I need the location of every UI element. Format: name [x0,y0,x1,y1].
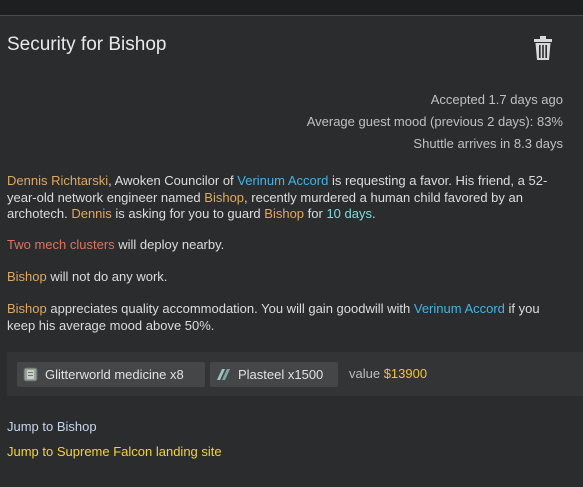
faction-name[interactable]: Verinum Accord [414,301,505,316]
glitterworld-medicine-icon [23,367,38,382]
jump-to-landing-site-link[interactable]: Jump to Supreme Falcon landing site [7,444,222,459]
work-text: will not do any work. [46,269,168,284]
accepted-time: Accepted 1.7 days ago [430,92,563,107]
guest-name[interactable]: Bishop [204,190,244,205]
goodwill-line: Bishop appreciates quality accommodation… [7,301,567,334]
value-amount: $13900 [383,366,428,381]
reward-item-plasteel[interactable]: Plasteel x1500 [210,362,338,387]
guest-name[interactable]: Bishop [264,206,304,221]
top-bar [0,0,583,16]
work-line: Bishop will not do any work. [7,269,567,286]
threat-name: Two mech clusters [7,237,115,252]
goodwill-text: appreciates quality accommodation. You w… [46,301,414,316]
quest-duration: 10 days [326,206,372,221]
requester-name[interactable]: Dennis Richtarski [7,173,108,188]
rewards-box: Glitterworld medicine x8 Plasteel x1500 … [7,352,583,396]
guest-name[interactable]: Bishop [7,269,47,284]
quest-title: Security for Bishop [7,34,167,55]
threat-line: Two mech clusters will deploy nearby. [7,237,567,254]
faction-name[interactable]: Verinum Accord [237,173,328,188]
description-text: is asking for you to guard [111,206,265,221]
description-text: for [304,206,327,221]
reward-label: Glitterworld medicine x8 [45,367,184,382]
plasteel-icon [217,369,230,380]
shuttle-eta: Shuttle arrives in 8.3 days [413,136,563,151]
reward-value: value $13900 [349,366,427,381]
quest-description: Dennis Richtarski, Awoken Councilor of V… [7,173,567,223]
jump-to-guest-link[interactable]: Jump to Bishop [7,419,97,434]
trash-icon [534,36,552,60]
guest-mood: Average guest mood (previous 2 days): 83… [306,114,563,129]
threat-text: will deploy nearby. [114,237,225,252]
reward-item-glitterworld-medicine[interactable]: Glitterworld medicine x8 [17,362,205,387]
guest-name[interactable]: Bishop [7,301,47,316]
description-text: . [371,206,376,221]
value-label: value [349,366,381,381]
description-text: , Awoken Councilor of [108,173,238,188]
reward-label: Plasteel x1500 [238,367,324,382]
delete-quest-button[interactable] [532,35,554,61]
requester-name-short[interactable]: Dennis [71,206,111,221]
